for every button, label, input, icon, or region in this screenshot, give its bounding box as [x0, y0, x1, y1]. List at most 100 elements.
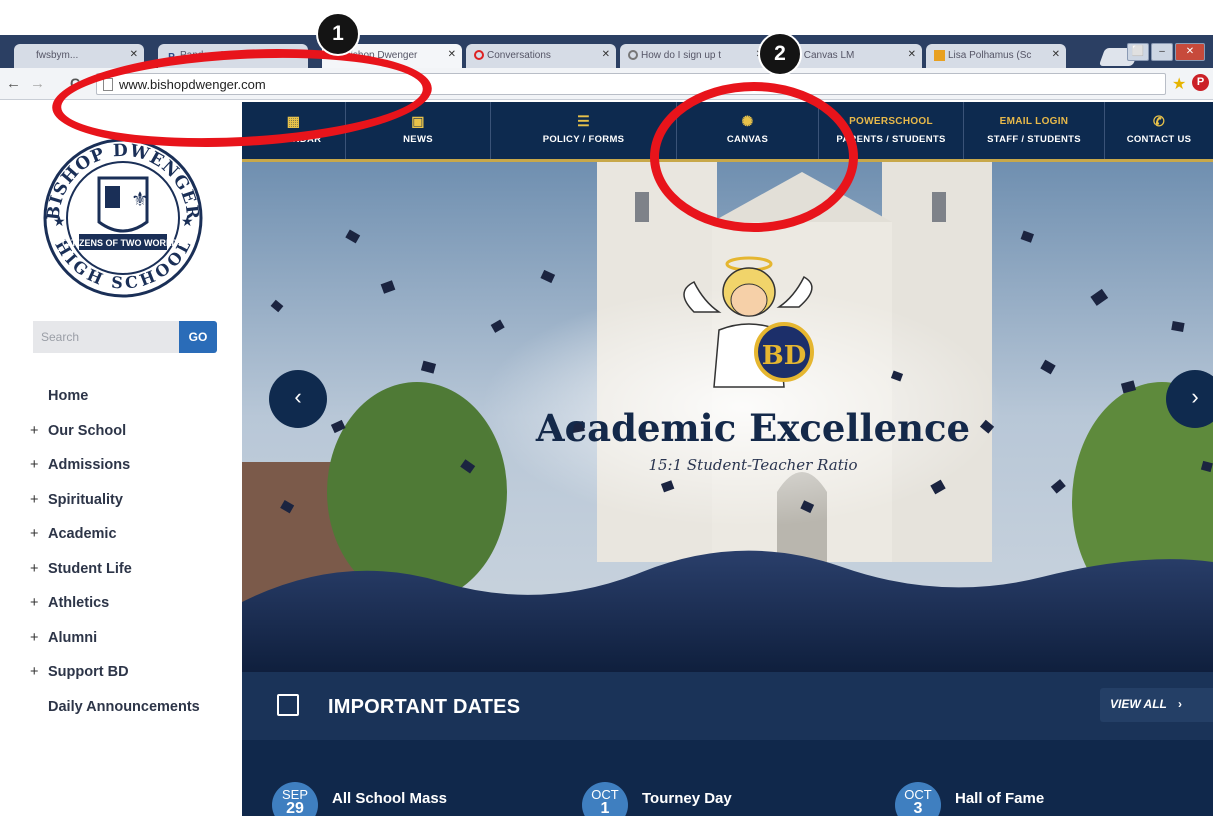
tab-close-icon[interactable]: ✕: [130, 49, 138, 60]
browser-tab[interactable]: Conversations ✕: [466, 44, 616, 68]
sidebar-item-athletics[interactable]: + Athletics: [30, 595, 240, 630]
hero-carousel: BD Academic Excellence 15:1 Student-Teac…: [242, 162, 1213, 672]
minimize-icon[interactable]: –: [1151, 43, 1173, 61]
view-all-button[interactable]: VIEW ALL ›: [1100, 688, 1213, 722]
sidebar-item-academic[interactable]: + Academic: [30, 526, 240, 561]
sidebar-item-student-life[interactable]: + Student Life: [30, 561, 240, 596]
hero-subtitle: 15:1 Student-Teacher Ratio: [648, 456, 858, 474]
annotation-number-badge: 1: [316, 12, 360, 56]
sidebar-nav: Home + Our School + Admissions + Spirituali…: [30, 388, 240, 733]
expand-plus-icon: +: [30, 457, 39, 473]
chevron-left-icon: ‹: [294, 384, 302, 409]
event-name: All School Mass: [332, 790, 448, 807]
tab-label: Lisa Polhamus (Sc: [948, 50, 1032, 61]
nav-policy-forms[interactable]: ☰ POLICY / FORMS: [491, 102, 677, 159]
svg-text:⚜: ⚜: [131, 187, 149, 211]
sidebar-item-label: Home: [48, 388, 89, 404]
nav-contact-us[interactable]: ✆ CONTACT US: [1105, 102, 1213, 159]
hero-title: Academic Excellence: [535, 406, 971, 450]
school-crest-icon: BISHOP DWENGER HIGH SCHOOL ⚜ CITIZENS OF…: [43, 138, 203, 298]
important-dates-section: IMPORTANT DATES VIEW ALL › SEP 29 All Sch…: [242, 672, 1213, 816]
sidebar-item-spirituality[interactable]: + Spirituality: [30, 492, 240, 527]
back-arrow-icon[interactable]: ←: [6, 75, 21, 92]
nav-top-label: EMAIL LOGIN: [999, 116, 1069, 127]
event-name: Tourney Day: [642, 790, 732, 807]
sidebar-item-home[interactable]: Home: [30, 388, 240, 423]
site-search: GO: [33, 321, 220, 353]
nav-label: POLICY / FORMS: [542, 134, 625, 145]
nav-label: CONTACT US: [1126, 134, 1192, 145]
sidebar-item-label: Athletics: [48, 595, 110, 611]
tab-label: How do I sign up t: [641, 50, 722, 61]
close-window-icon[interactable]: ✕: [1175, 43, 1205, 61]
chevron-right-icon: ›: [1191, 384, 1199, 409]
svg-text:★: ★: [181, 213, 194, 229]
sidebar-item-label: Spirituality: [48, 491, 123, 508]
tab-favicon-icon: [934, 50, 945, 61]
bookmark-star-icon[interactable]: ★: [1172, 74, 1186, 94]
logo-banner-text: CITIZENS OF TWO WORLDS: [62, 238, 184, 248]
section-title: IMPORTANT DATES: [328, 696, 521, 718]
calendar-grid-icon: [277, 694, 299, 716]
sidebar-item-our-school[interactable]: + Our School: [30, 423, 240, 458]
screenshot-root: fwsbym... ✕ P Pandora Internet R ✕ Bishop D…: [0, 0, 1213, 816]
phone-icon: ✆: [1152, 113, 1166, 129]
tab-label: Conversations: [487, 50, 551, 61]
view-all-label: VIEW ALL: [1110, 697, 1167, 711]
event-day: 1: [600, 800, 610, 816]
forward-arrow-icon[interactable]: →: [30, 75, 45, 92]
browser-tab[interactable]: How do I sign up t✕: [620, 44, 770, 68]
tab-close-icon[interactable]: ✕: [448, 49, 456, 60]
event-date-badge: OCT 1: [582, 782, 628, 816]
sidebar-item-alumni[interactable]: + Alumni: [30, 630, 240, 665]
tab-label: s Canvas LM: [796, 50, 855, 61]
event-day: 29: [286, 800, 304, 816]
browser-tab[interactable]: Lisa Polhamus (Sc ✕: [926, 44, 1066, 68]
canvas-favicon-icon: [474, 50, 484, 60]
browser-tab[interactable]: fwsbym... ✕: [14, 44, 144, 68]
expand-plus-icon: +: [30, 595, 39, 611]
tab-favicon-icon: [22, 50, 33, 61]
event-day: 3: [913, 800, 923, 816]
sidebar-item-admissions[interactable]: + Admissions: [30, 457, 240, 492]
expand-plus-icon: +: [30, 526, 39, 542]
nav-label: STAFF / STUDENTS: [987, 134, 1081, 145]
sidebar-item-support-bd[interactable]: + Support BD: [30, 664, 240, 699]
event-date-badge: OCT 3: [895, 782, 941, 816]
sidebar-item-label: Alumni: [48, 629, 98, 646]
sidebar-item-label: Support BD: [48, 664, 129, 680]
pinterest-icon[interactable]: P: [1192, 74, 1209, 91]
expand-plus-icon: +: [30, 664, 39, 680]
canvas-favicon-icon: [628, 50, 638, 60]
important-dates-header: IMPORTANT DATES VIEW ALL ›: [242, 672, 1213, 740]
event-name: Hall of Fame: [955, 790, 1045, 807]
list-icon: ☰: [577, 113, 590, 129]
sidebar-item-label: Daily Announcements: [48, 698, 200, 715]
tab-close-icon[interactable]: ✕: [602, 49, 610, 60]
annotation-circle-canvas: [650, 82, 858, 232]
event-date-badge: SEP 29: [272, 782, 318, 816]
school-logo[interactable]: BISHOP DWENGER HIGH SCHOOL ⚜ CITIZENS OF…: [33, 130, 213, 300]
sidebar-item-daily-announcements[interactable]: Daily Announcements: [30, 699, 240, 734]
search-go-button[interactable]: GO: [179, 321, 217, 353]
mascot-monogram: BD: [762, 341, 807, 371]
sidebar-item-label: Student Life: [48, 560, 132, 577]
search-input[interactable]: [33, 321, 179, 353]
expand-plus-icon: +: [30, 629, 39, 646]
sidebar-item-label: Academic: [48, 526, 117, 542]
tab-label: fwsbym...: [36, 50, 79, 61]
tab-close-icon[interactable]: ✕: [908, 49, 916, 60]
tab-close-icon[interactable]: ✕: [1052, 49, 1060, 60]
annotation-number-badge: 2: [758, 32, 802, 76]
nav-email-login[interactable]: EMAIL LOGIN STAFF / STUDENTS: [964, 102, 1105, 159]
user-icon[interactable]: ⬜: [1127, 43, 1149, 61]
angel-mascot-icon: BD: [683, 256, 814, 388]
chevron-right-icon: ›: [1178, 697, 1183, 711]
expand-plus-icon: +: [30, 422, 39, 439]
svg-text:★: ★: [53, 213, 66, 229]
nav-label: NEWS: [403, 134, 433, 145]
carousel-prev-button[interactable]: ‹: [269, 370, 327, 428]
expand-plus-icon: +: [30, 491, 39, 508]
sidebar-item-label: Admissions: [48, 457, 131, 473]
expand-plus-icon: +: [30, 560, 39, 577]
